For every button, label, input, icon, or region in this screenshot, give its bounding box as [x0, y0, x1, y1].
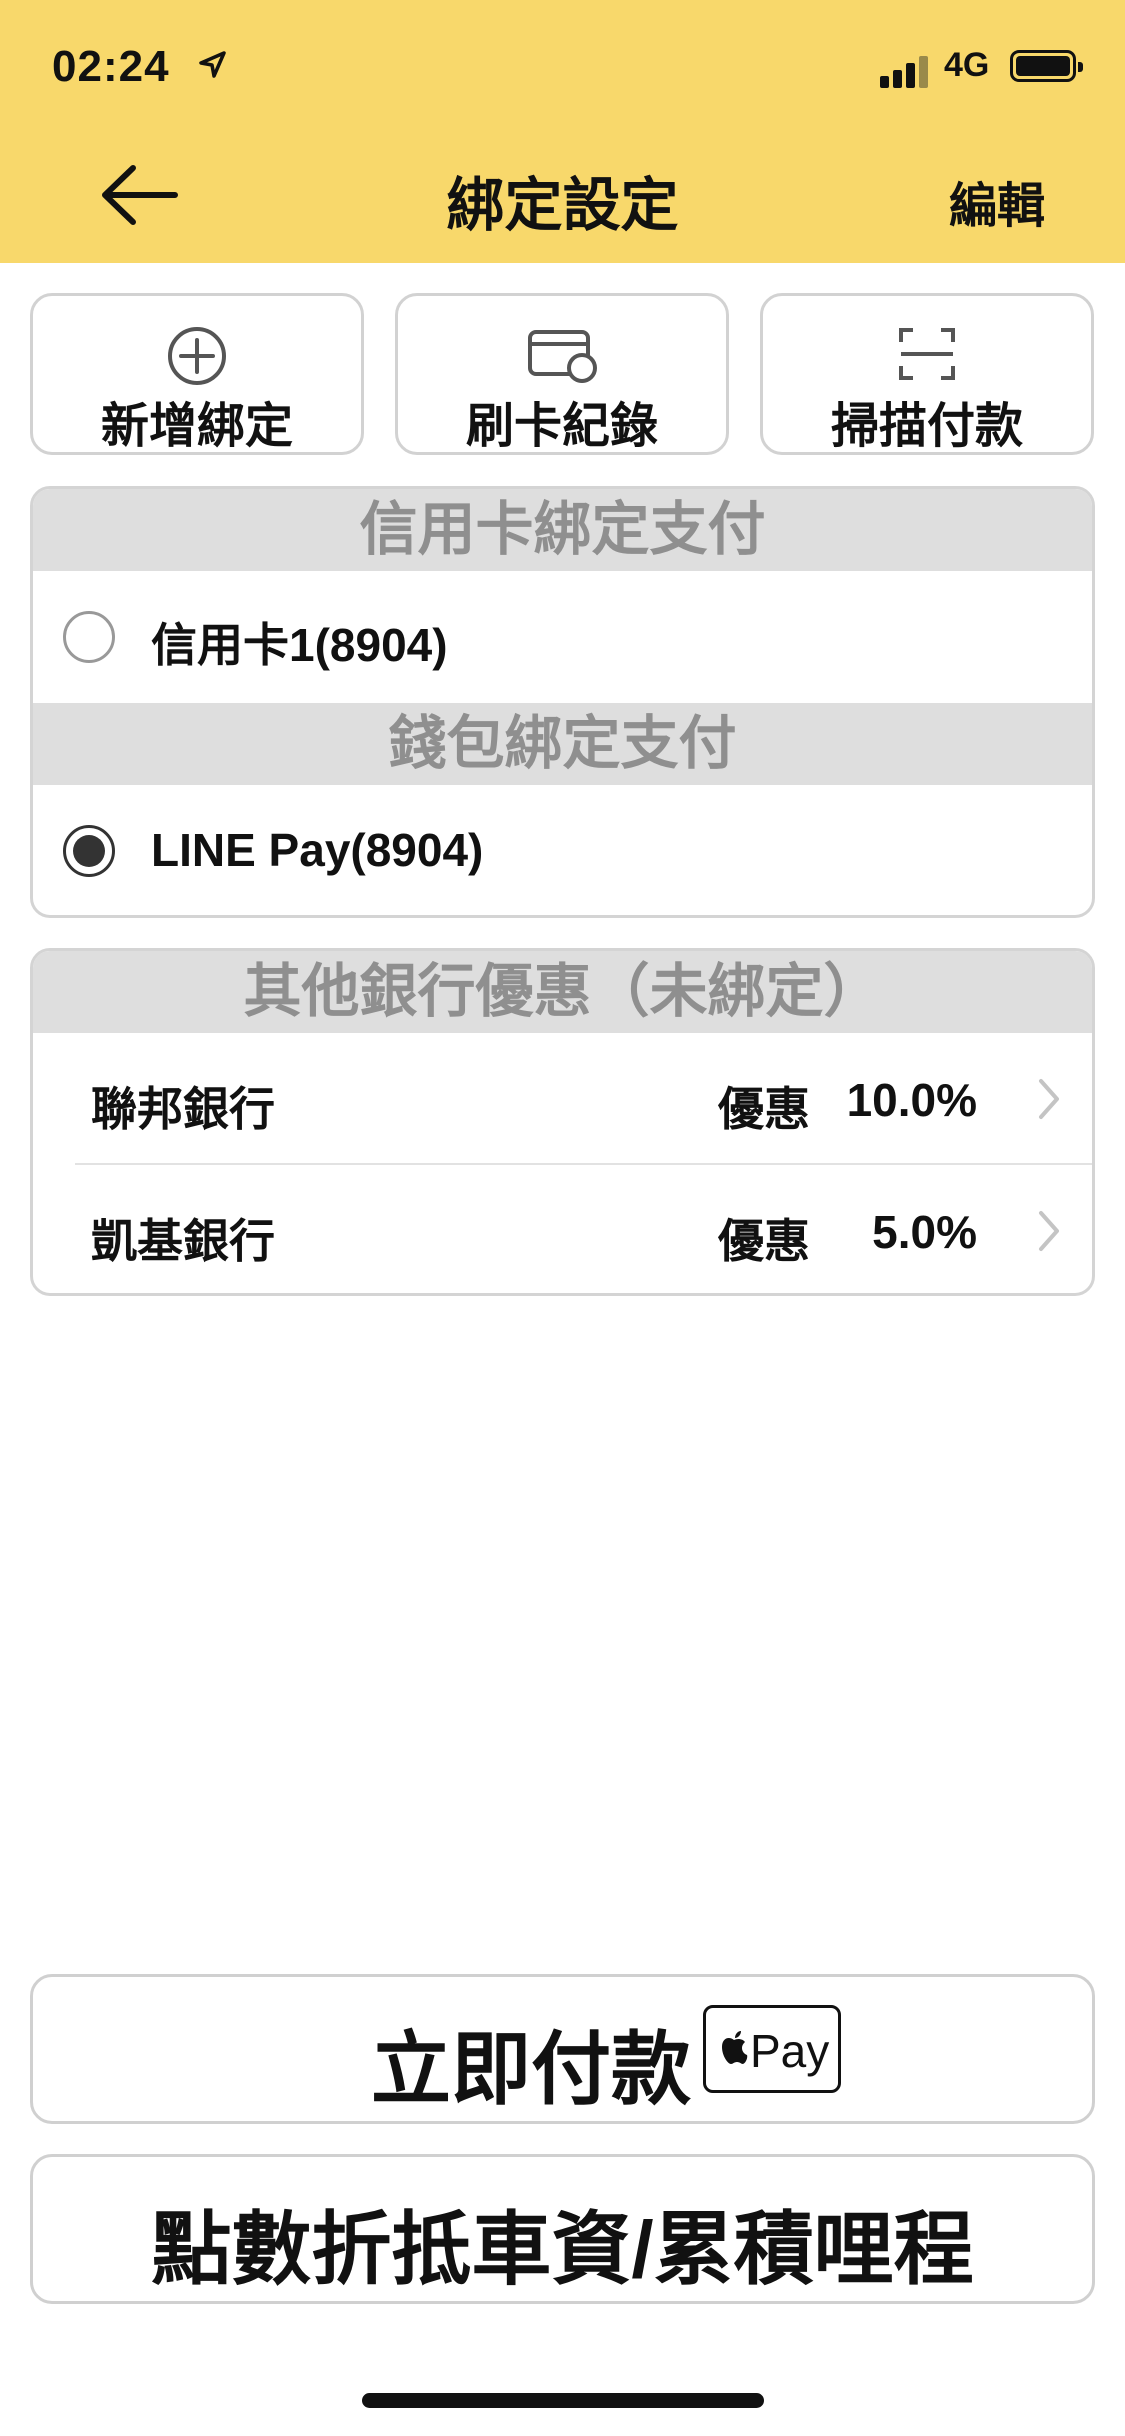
- add-binding-button[interactable]: 新增綁定: [30, 293, 364, 455]
- other-banks-card: 其他銀行優惠（未綁定） 聯邦銀行 優惠 10.0% 凱基銀行 優惠 5.0%: [30, 948, 1095, 1296]
- card-history-button[interactable]: 刷卡紀錄: [395, 293, 729, 455]
- top-header: 02:24 4G 綁定設定 編輯: [0, 0, 1125, 263]
- credit-card-radio[interactable]: [63, 611, 115, 663]
- points-redeem-label: 點數折抵車資/累積哩程: [151, 2205, 974, 2294]
- credit-card-option[interactable]: 信用卡1(8904): [33, 571, 1092, 703]
- network-type: 4G: [944, 46, 990, 84]
- bank-name: 聯邦銀行: [91, 1083, 275, 1135]
- apple-logo-icon: [722, 2031, 748, 2064]
- line-pay-option[interactable]: LINE Pay(8904): [33, 785, 1092, 915]
- battery-icon: [1010, 50, 1083, 82]
- line-pay-label: LINE Pay(8904): [151, 824, 484, 876]
- cellular-signal-icon: [880, 52, 932, 88]
- apple-pay-label: Pay: [750, 2025, 830, 2077]
- offer-label: 優惠: [718, 1215, 810, 1267]
- chevron-right-icon: [1039, 1211, 1059, 1251]
- binding-card: 信用卡綁定支付 信用卡1(8904) 錢包綁定支付 LINE Pay(8904): [30, 486, 1095, 918]
- scan-pay-button[interactable]: 掃描付款: [760, 293, 1094, 455]
- pay-now-label: 立即付款: [371, 2025, 691, 2114]
- scan-icon: [899, 328, 955, 380]
- offer-value: 10.0%: [846, 1074, 977, 1126]
- edit-button[interactable]: 編輯: [949, 166, 1045, 236]
- wallet-section-header: 錢包綁定支付: [33, 703, 1092, 785]
- card-history-icon: [528, 330, 597, 383]
- apple-pay-badge: Pay: [703, 2005, 841, 2093]
- pay-now-button[interactable]: 立即付款 Pay: [30, 1974, 1095, 2124]
- status-time: 02:24: [52, 42, 170, 91]
- bank-name: 凱基銀行: [91, 1215, 275, 1267]
- line-pay-radio[interactable]: [63, 825, 115, 877]
- bank-row[interactable]: 聯邦銀行 優惠 10.0%: [33, 1033, 1092, 1165]
- scan-pay-label: 掃描付款: [830, 400, 1023, 453]
- plus-circle-icon: [168, 327, 226, 385]
- chevron-right-icon: [1039, 1079, 1059, 1119]
- offer-value: 5.0%: [872, 1206, 977, 1258]
- home-indicator: [362, 2393, 764, 2408]
- add-binding-label: 新增綁定: [100, 400, 293, 453]
- bank-row[interactable]: 凱基銀行 優惠 5.0%: [33, 1165, 1092, 1293]
- other-banks-header: 其他銀行優惠（未綁定）: [33, 951, 1092, 1033]
- credit-section-header: 信用卡綁定支付: [33, 489, 1092, 571]
- points-redeem-button[interactable]: 點數折抵車資/累積哩程: [30, 2154, 1095, 2304]
- location-arrow-icon: [199, 51, 226, 78]
- offer-label: 優惠: [718, 1083, 810, 1135]
- credit-card-label: 信用卡1(8904): [151, 619, 448, 671]
- card-history-label: 刷卡紀錄: [465, 400, 658, 453]
